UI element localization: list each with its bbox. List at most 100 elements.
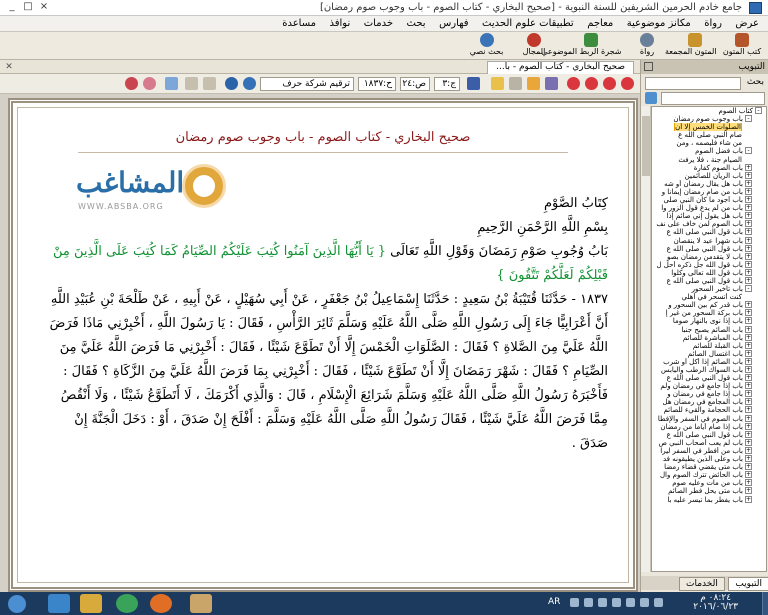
collapse-icon[interactable]: - — [745, 285, 752, 293]
text-search-button[interactable]: بحث نصي — [465, 32, 509, 59]
tree-item[interactable]: +باب قول الله جل ذكره أحل ل — [652, 260, 766, 269]
expand-icon[interactable]: + — [745, 471, 752, 479]
copy-icon[interactable] — [509, 77, 522, 90]
tree-item[interactable]: الصيام جنة ، فلا يرفث — [652, 156, 766, 164]
menu-windows[interactable]: نوافذ — [324, 17, 355, 30]
sidebar-search-input[interactable] — [645, 77, 741, 90]
refresh-icon[interactable] — [143, 77, 156, 90]
expand-icon[interactable]: + — [745, 463, 752, 471]
expand-icon[interactable]: + — [745, 187, 752, 195]
sidebar-scrollbar[interactable] — [641, 106, 651, 572]
expand-icon[interactable]: + — [745, 341, 752, 349]
tree-item[interactable]: +باب إذا صام أياما من رمضان — [652, 422, 766, 431]
bookmark-icon[interactable] — [545, 77, 558, 90]
expand-icon[interactable]: + — [745, 398, 752, 406]
tree-item[interactable]: +باب بركة السحور من غير إ — [652, 309, 766, 317]
tree-item[interactable]: +باب الصوم لمن خاف على نف — [652, 220, 766, 228]
tree-item[interactable]: +باب الصائم يصبح جنبا — [652, 325, 766, 334]
tree-item[interactable]: صام النبي صلى الله ع — [652, 131, 766, 139]
menu-indexes[interactable]: فهارس — [434, 17, 473, 30]
tree-item[interactable]: +باب قول النبي صلى الله ع — [652, 276, 766, 285]
tree-item[interactable]: +باب الريان للصائمين — [652, 171, 766, 180]
collapse-icon[interactable]: - — [745, 147, 752, 155]
tree-item[interactable]: +باب هل يقال رمضان أو شه — [652, 179, 766, 188]
firefox-icon[interactable] — [150, 594, 172, 613]
menu-view[interactable]: عرض — [730, 17, 764, 30]
topic-tree-button[interactable]: شجرة الربط الموضوعي — [541, 32, 622, 59]
tree-item[interactable]: +باب إذا نوى بالنهار صوما — [652, 317, 766, 325]
expand-icon[interactable]: + — [745, 179, 752, 187]
expand-icon[interactable]: + — [745, 196, 752, 204]
tree-item[interactable]: +باب الحائض تترك الصوم وال — [652, 471, 766, 479]
expand-icon[interactable]: + — [745, 446, 752, 454]
tree-item[interactable]: +باب شهرا عيد لا ينقصان — [652, 236, 766, 245]
tree-item[interactable]: +باب من لم يدع قول الزور وا — [652, 204, 766, 212]
tree-item[interactable]: +باب قول النبي صلى الله ع — [652, 430, 766, 439]
go-icon[interactable] — [243, 77, 256, 90]
menu-help[interactable]: مساعدة — [277, 17, 321, 30]
tray-icon-3[interactable] — [598, 598, 607, 607]
tree-item[interactable]: من شاء فليصمه ، ومن — [652, 139, 766, 147]
tree-item[interactable]: +باب لم يعب أصحاب النبي ص — [652, 438, 766, 447]
tray-icon-5[interactable] — [626, 598, 635, 607]
expand-icon[interactable]: + — [745, 406, 752, 414]
last-page-icon[interactable] — [567, 77, 580, 90]
menu-narrators[interactable]: رواة — [699, 17, 727, 30]
tray-icon-2[interactable] — [584, 598, 593, 607]
close-button[interactable]: × — [36, 1, 52, 14]
expand-icon[interactable]: + — [745, 422, 752, 430]
tree-item[interactable]: +باب القبلة للصائم — [652, 341, 766, 350]
menu-dictionaries[interactable]: معاجم — [582, 17, 618, 30]
expand-icon[interactable]: + — [745, 366, 752, 373]
font-size-icon[interactable] — [203, 77, 216, 90]
expand-icon[interactable]: + — [745, 236, 752, 244]
tree-item[interactable]: +باب السواك الرطب واليابس — [652, 366, 766, 374]
collapse-icon[interactable]: - — [755, 107, 762, 114]
numbering-select[interactable]: ترقيم شركة حرف — [260, 77, 354, 91]
expand-icon[interactable]: + — [745, 382, 752, 390]
expand-icon[interactable]: + — [745, 163, 752, 171]
expand-icon[interactable]: + — [745, 260, 752, 268]
previous-page-icon[interactable] — [603, 77, 616, 90]
compiled-texts-button[interactable]: المتون المجمعة — [665, 32, 717, 59]
tree-item[interactable]: +باب قدر كم بين السحور و — [652, 301, 766, 309]
tree-item[interactable]: +باب يفطر بما تيسر عليه با — [652, 495, 766, 504]
menu-services[interactable]: خدمات — [359, 17, 398, 30]
tree-item[interactable]: -باب تأخير السحور — [652, 285, 766, 293]
minimize-button[interactable]: _ — [4, 1, 20, 14]
tree-item[interactable]: +باب إذا جامع في رمضان و — [652, 390, 766, 398]
tab-services[interactable]: الخدمات — [679, 577, 725, 591]
part-field[interactable]: ج:٣ — [434, 77, 460, 91]
expand-icon[interactable]: + — [745, 325, 752, 333]
expand-icon[interactable]: + — [745, 171, 752, 179]
search-icon[interactable] — [645, 92, 657, 104]
info-icon[interactable] — [225, 77, 238, 90]
print-icon[interactable] — [491, 77, 504, 90]
tree-item[interactable]: +باب هل يقول إني صائم إذا — [652, 212, 766, 220]
expand-icon[interactable]: + — [745, 455, 752, 463]
expand-icon[interactable]: + — [745, 414, 752, 422]
pen-icon[interactable] — [467, 77, 480, 90]
tree-item[interactable]: +باب الصوم كفارة — [652, 163, 766, 172]
expand-icon[interactable]: + — [745, 349, 752, 357]
tree-item[interactable]: +باب أجود ما كان النبي صلى — [652, 196, 766, 204]
expand-icon[interactable]: + — [745, 357, 752, 365]
expand-icon[interactable]: + — [745, 276, 752, 284]
clock[interactable]: ٠٨:٢٤ م ٢٠١٦/٠٦/٢٣ — [693, 594, 738, 612]
tree-item[interactable]: -باب فضل الصوم — [652, 147, 766, 155]
hadith-app-icon[interactable] — [190, 594, 212, 613]
tree-item[interactable]: +باب الحجامة والقيء للصائم — [652, 406, 766, 414]
tree-item[interactable]: +باب متى يحل فطر الصائم — [652, 487, 766, 495]
expand-icon[interactable]: + — [745, 495, 752, 503]
tree-item[interactable]: +باب متى يقضي قضاء رمضا — [652, 463, 766, 471]
expand-icon[interactable]: + — [745, 301, 752, 309]
tree-item[interactable]: +باب قول النبي صلى الله ع — [652, 244, 766, 253]
tree-item[interactable]: +باب لا يتقدمن رمضان بصو — [652, 252, 766, 261]
network-icon[interactable] — [640, 598, 649, 607]
expand-icon[interactable]: + — [745, 220, 752, 228]
tree-item[interactable]: +باب قول الله تعالى وكلوا — [652, 268, 766, 277]
maximize-button[interactable]: □ — [20, 1, 36, 14]
next-page-icon[interactable] — [585, 77, 598, 90]
tree-item[interactable]: +باب قول النبي صلى الله ع — [652, 228, 766, 236]
expand-icon[interactable]: + — [745, 430, 752, 438]
